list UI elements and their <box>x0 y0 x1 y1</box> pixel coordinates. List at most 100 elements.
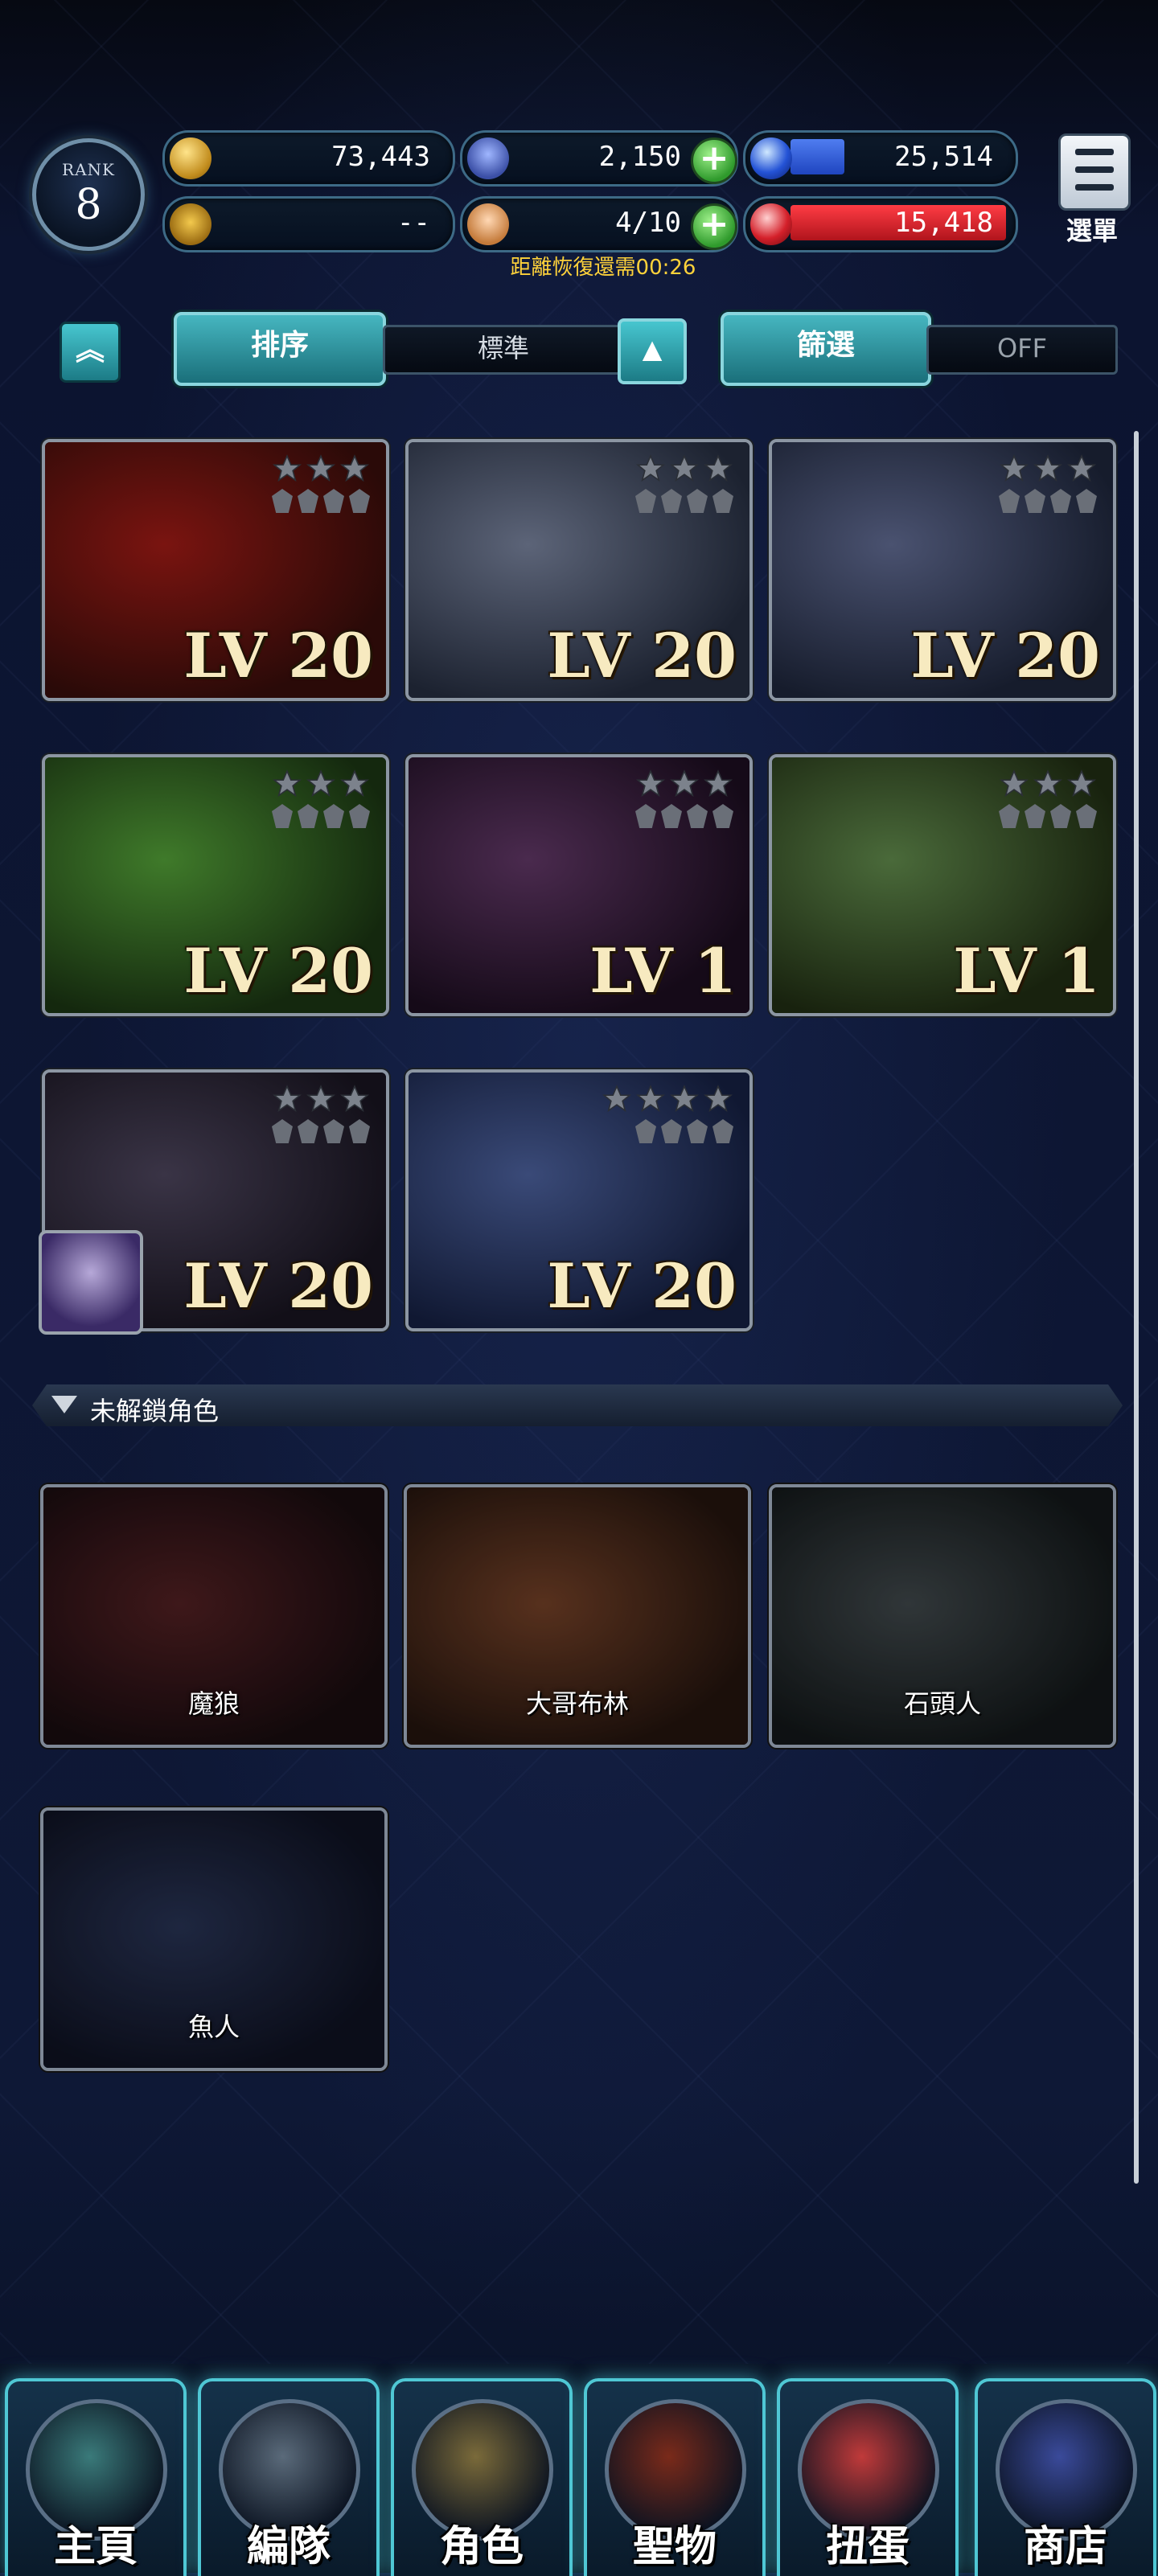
character-card[interactable]: LV 20 <box>42 439 389 701</box>
nav-label: 扭蛋 <box>825 2523 910 2571</box>
character-card[interactable]: LV 20 <box>405 1069 753 1331</box>
star-icon <box>339 769 370 802</box>
red-orb-stat: 15,418 <box>743 196 1018 252</box>
hamburger-icon-bar <box>1075 184 1114 191</box>
character-card[interactable]: LV 1 <box>769 754 1116 1016</box>
awaken-gem-icon <box>712 804 733 828</box>
awaken-gem-icon <box>323 804 344 828</box>
nav-label: 商店 <box>1023 2523 1107 2571</box>
bottom-nav: 主頁 編隊 角色 聖物 扭蛋 商店 <box>0 2364 1158 2576</box>
filter-value[interactable]: OFF <box>926 325 1118 375</box>
filter-button[interactable]: 篩選 <box>721 312 931 386</box>
red-orb-icon <box>750 203 792 245</box>
nav-item-relic[interactable]: 聖物 <box>584 2378 766 2576</box>
star-icon <box>306 769 336 802</box>
awaken-gem-icon <box>661 489 682 513</box>
crystal-stat: 2,150 + <box>460 130 738 187</box>
rarity-stars <box>976 453 1097 513</box>
character-level: LV 20 <box>183 1250 373 1322</box>
star-icon <box>1033 453 1063 487</box>
awaken-gem-icon <box>999 804 1020 828</box>
trophy-stat: -- <box>162 196 455 252</box>
awaken-gem-icon <box>999 489 1020 513</box>
star-icon <box>1066 453 1097 487</box>
character-card[interactable]: LV 20 <box>405 439 753 701</box>
nav-item-gacha[interactable]: 扭蛋 <box>777 2378 959 2576</box>
sort-button[interactable]: 排序 <box>174 312 386 386</box>
awaken-gem-icon <box>712 489 733 513</box>
star-icon <box>999 769 1029 802</box>
menu-button[interactable] <box>1058 133 1131 211</box>
locked-character-card[interactable]: 大哥布林 <box>404 1484 751 1748</box>
awaken-gem-icon <box>323 1119 344 1143</box>
awaken-gem-icon <box>1050 804 1071 828</box>
star-icon <box>669 453 700 487</box>
awaken-gem-icon <box>272 1119 293 1143</box>
nav-item-party[interactable]: 編隊 <box>198 2378 380 2576</box>
locked-character-card[interactable]: 魔狼 <box>40 1484 388 1748</box>
gem-value: 4/10 <box>615 207 681 239</box>
collapse-button[interactable]: ︽ <box>60 322 121 383</box>
awaken-gem-icon <box>687 804 708 828</box>
locked-section-header[interactable]: 未解鎖角色 <box>32 1384 1123 1426</box>
rarity-stars <box>249 1084 370 1143</box>
hamburger-icon-bar <box>1075 166 1114 173</box>
character-level: LV 1 <box>589 935 737 1007</box>
awaken-gem-icon <box>687 1119 708 1143</box>
gold-stat: 73,443 <box>162 130 455 187</box>
character-level: LV 20 <box>183 620 373 691</box>
rank-value: 8 <box>75 181 102 229</box>
rarity-stars <box>613 453 733 513</box>
nav-item-home[interactable]: 主頁 <box>5 2378 187 2576</box>
star-icon <box>272 1084 302 1118</box>
locked-section-title: 未解鎖角色 <box>90 1396 220 1426</box>
nav-item-character[interactable]: 角色 <box>391 2378 573 2576</box>
star-icon <box>703 453 733 487</box>
scrollbar[interactable] <box>1134 431 1139 2184</box>
leader-avatar[interactable] <box>39 1230 143 1335</box>
blue-bar-fill <box>790 139 844 174</box>
star-icon <box>703 1084 733 1118</box>
awaken-gem-icon <box>1025 489 1045 513</box>
star-icon <box>339 1084 370 1118</box>
star-icon <box>306 453 336 487</box>
crystal-icon <box>467 137 509 179</box>
star-icon <box>1066 769 1097 802</box>
locked-character-card[interactable]: 魚人 <box>40 1807 388 2071</box>
blue-orb-value: 25,514 <box>894 141 993 173</box>
blue-orb-icon <box>750 137 792 179</box>
nav-item-shop[interactable]: 商店 <box>975 2378 1156 2576</box>
rank-badge[interactable]: RANK 8 <box>32 138 145 251</box>
awaken-gem-icon <box>272 489 293 513</box>
add-gems-button[interactable]: + <box>691 203 737 250</box>
star-icon <box>703 769 733 802</box>
character-card[interactable]: LV 20 <box>769 439 1116 701</box>
awaken-gem-icon <box>687 489 708 513</box>
menu-label: 選單 <box>1066 215 1118 246</box>
star-icon <box>635 1084 666 1118</box>
sort-value[interactable]: 標準 <box>383 325 624 375</box>
awaken-gem-icon <box>635 1119 656 1143</box>
trophy-value: -- <box>397 207 430 239</box>
add-crystals-button[interactable]: + <box>691 137 737 184</box>
awaken-gem-icon <box>661 1119 682 1143</box>
nav-label: 聖物 <box>632 2523 717 2571</box>
nav-label: 編隊 <box>246 2523 331 2571</box>
locked-character-name: 石頭人 <box>903 1688 981 1719</box>
awaken-gem-icon <box>323 489 344 513</box>
character-level: LV 20 <box>547 1250 737 1322</box>
locked-character-card[interactable]: 石頭人 <box>769 1484 1116 1748</box>
awaken-gem-icon <box>272 804 293 828</box>
star-icon <box>339 453 370 487</box>
rarity-stars <box>976 769 1097 828</box>
recovery-timer: 距離恢復還需00:26 <box>510 256 696 280</box>
nav-label: 主頁 <box>53 2523 138 2571</box>
character-level: LV 1 <box>953 935 1100 1007</box>
character-card[interactable]: LV 1 <box>405 754 753 1016</box>
awaken-gem-icon <box>712 1119 733 1143</box>
character-level: LV 20 <box>910 620 1100 691</box>
sort-order-button[interactable]: ▲ <box>618 318 687 384</box>
rank-label: RANK <box>62 160 115 179</box>
awaken-gem-icon <box>635 804 656 828</box>
character-card[interactable]: LV 20 <box>42 754 389 1016</box>
